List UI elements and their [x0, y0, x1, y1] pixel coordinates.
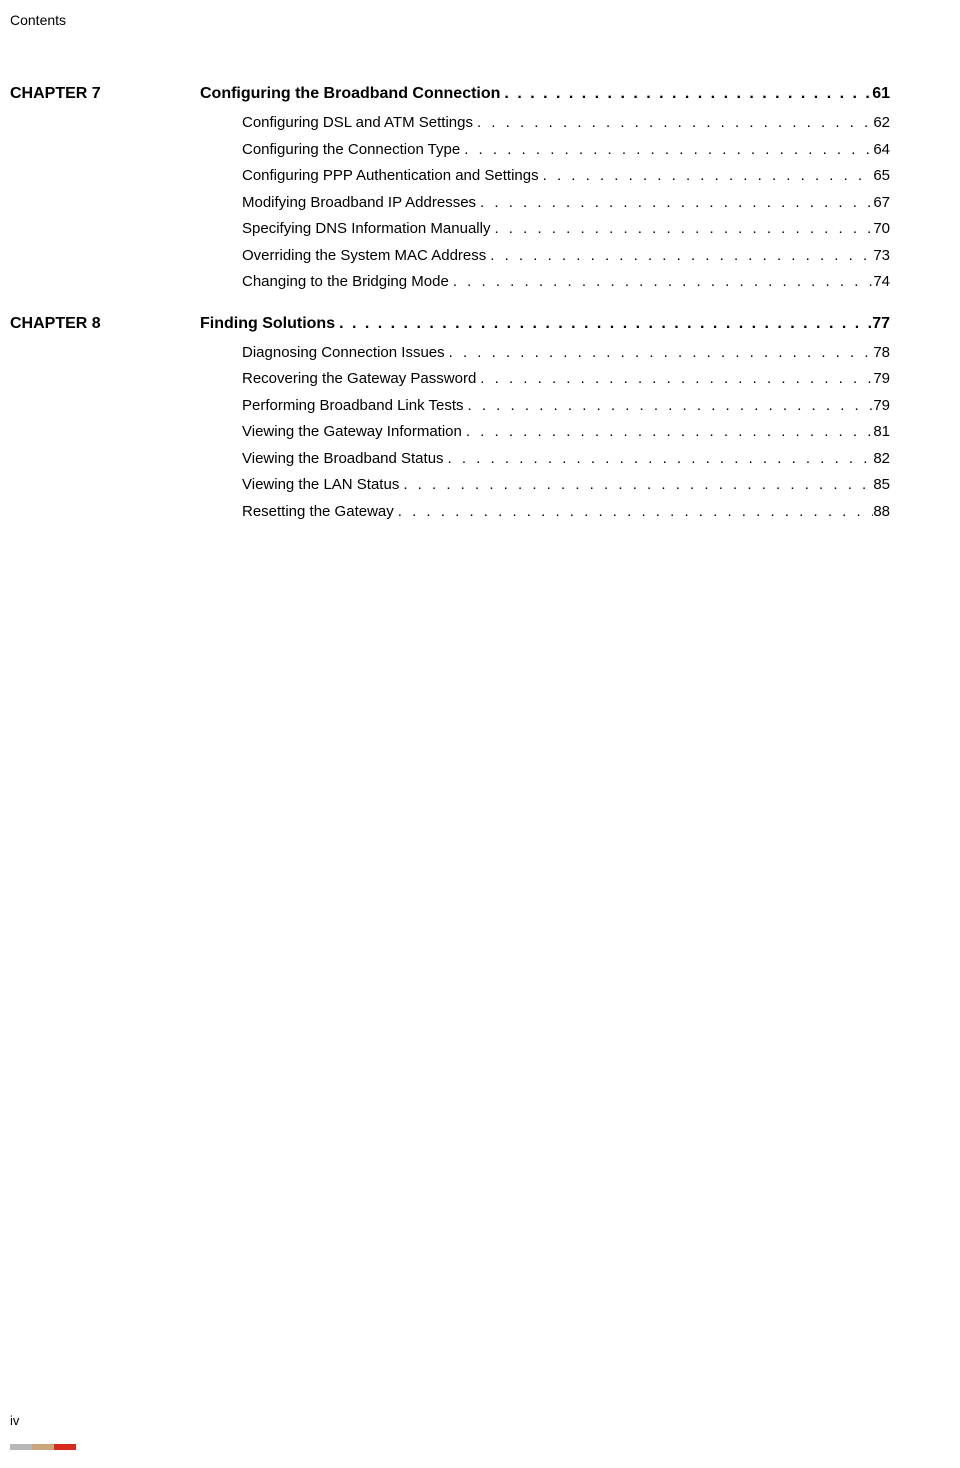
chapter-7-title: Configuring the Broadband Connection: [200, 82, 500, 106]
page-number: iv: [10, 1413, 19, 1428]
toc-entry-page: 79: [873, 395, 890, 418]
toc-entry-title: Viewing the Gateway Information: [242, 421, 462, 444]
toc-entry-page: 82: [873, 448, 890, 471]
toc-entry-title: Diagnosing Connection Issues: [242, 342, 445, 365]
leader-dots: . . . . . . . . . . . . . . . . . . . . …: [444, 448, 874, 471]
header-label: Contents: [10, 12, 66, 28]
leader-dots: . . . . . . . . . . . . . . . . . . . . …: [464, 395, 874, 418]
chapter-8-title-line: Finding Solutions . . . . . . . . . . . …: [200, 312, 890, 336]
toc-entry-page: 78: [873, 342, 890, 365]
toc-entry-page: 85: [873, 474, 890, 497]
toc-entry-page: 73: [873, 245, 890, 268]
toc-entry-page: 65: [873, 165, 890, 188]
leader-dots: . . . . . . . . . . . . . . . . . . . . …: [462, 421, 873, 444]
bar-tan-icon: [32, 1444, 54, 1450]
chapter-7-block: CHAPTER 7 Configuring the Broadband Conn…: [10, 82, 900, 294]
toc-entry-page: 79: [873, 368, 890, 391]
toc-entry-title: Overriding the System MAC Address: [242, 245, 486, 268]
toc-entry-title: Configuring the Connection Type: [242, 139, 460, 162]
leader-dots: . . . . . . . . . . . . . . . . . . . . …: [445, 342, 874, 365]
toc-entry-title: Configuring PPP Authentication and Setti…: [242, 165, 539, 188]
bar-red-icon: [54, 1444, 76, 1450]
toc-entry: Viewing the LAN Status . . . . . . . . .…: [242, 474, 890, 497]
toc-entry: Performing Broadband Link Tests . . . . …: [242, 395, 890, 418]
leader-dots: . . . . . . . . . . . . . . . . . . . . …: [335, 312, 872, 336]
toc-entry-title: Recovering the Gateway Password: [242, 368, 476, 391]
toc-entry-title: Performing Broadband Link Tests: [242, 395, 464, 418]
toc-entry-title: Modifying Broadband IP Addresses: [242, 192, 476, 215]
toc-entry: Configuring the Connection Type . . . . …: [242, 139, 890, 162]
toc-entry: Overriding the System MAC Address . . . …: [242, 245, 890, 268]
toc-entry-title: Viewing the Broadband Status: [242, 448, 444, 471]
toc-entry: Viewing the Broadband Status . . . . . .…: [242, 448, 890, 471]
chapter-7-label: CHAPTER 7: [10, 85, 200, 103]
leader-dots: . . . . . . . . . . . . . . . . . . . . …: [473, 112, 873, 135]
chapter-8-row: CHAPTER 8 Finding Solutions . . . . . . …: [10, 312, 900, 336]
toc-entry: Configuring PPP Authentication and Setti…: [242, 165, 890, 188]
toc-entry-page: 70: [873, 218, 890, 241]
leader-dots: . . . . . . . . . . . . . . . . . . . . …: [539, 165, 874, 188]
toc-entry: Specifying DNS Information Manually . . …: [242, 218, 890, 241]
toc-entry: Configuring DSL and ATM Settings . . . .…: [242, 112, 890, 135]
leader-dots: . . . . . . . . . . . . . . . . . . . . …: [394, 501, 874, 524]
toc-entry-title: Specifying DNS Information Manually: [242, 218, 490, 241]
chapter-7-row: CHAPTER 7 Configuring the Broadband Conn…: [10, 82, 900, 106]
bar-gray-icon: [10, 1444, 32, 1450]
page-header: Contents: [10, 12, 66, 28]
toc-entry-page: 81: [873, 421, 890, 444]
leader-dots: . . . . . . . . . . . . . . . . . . . . …: [476, 192, 873, 215]
leader-dots: . . . . . . . . . . . . . . . . . . . . …: [449, 271, 874, 294]
leader-dots: . . . . . . . . . . . . . . . . . . . . …: [476, 368, 873, 391]
toc-entry-page: 88: [873, 501, 890, 524]
toc-entry-title: Changing to the Bridging Mode: [242, 271, 449, 294]
leader-dots: . . . . . . . . . . . . . . . . . . . . …: [490, 218, 873, 241]
chapter-7-title-line: Configuring the Broadband Connection . .…: [200, 82, 890, 106]
chapter-8-page: 77: [872, 312, 890, 336]
toc-entry: Changing to the Bridging Mode . . . . . …: [242, 271, 890, 294]
footer-decorative-bar: [10, 1444, 76, 1450]
leader-dots: . . . . . . . . . . . . . . . . . . . . …: [486, 245, 873, 268]
leader-dots: . . . . . . . . . . . . . . . . . . . . …: [399, 474, 873, 497]
chapter-8-block: CHAPTER 8 Finding Solutions . . . . . . …: [10, 312, 900, 524]
toc-entry-title: Resetting the Gateway: [242, 501, 394, 524]
toc-entry: Viewing the Gateway Information . . . . …: [242, 421, 890, 444]
page-footer: iv: [10, 1413, 19, 1428]
toc-entry: Resetting the Gateway . . . . . . . . . …: [242, 501, 890, 524]
toc-entry-title: Configuring DSL and ATM Settings: [242, 112, 473, 135]
toc-entry-page: 62: [873, 112, 890, 135]
toc-content: CHAPTER 7 Configuring the Broadband Conn…: [10, 82, 900, 541]
toc-entry-title: Viewing the LAN Status: [242, 474, 399, 497]
leader-dots: . . . . . . . . . . . . . . . . . . . . …: [500, 82, 872, 106]
chapter-7-page: 61: [872, 82, 890, 106]
chapter-8-label: CHAPTER 8: [10, 315, 200, 333]
chapter-8-title: Finding Solutions: [200, 312, 335, 336]
leader-dots: . . . . . . . . . . . . . . . . . . . . …: [460, 139, 873, 162]
toc-entry: Modifying Broadband IP Addresses . . . .…: [242, 192, 890, 215]
toc-entry-page: 74: [873, 271, 890, 294]
toc-entry: Recovering the Gateway Password . . . . …: [242, 368, 890, 391]
toc-entry-page: 64: [873, 139, 890, 162]
toc-entry: Diagnosing Connection Issues . . . . . .…: [242, 342, 890, 365]
toc-entry-page: 67: [873, 192, 890, 215]
